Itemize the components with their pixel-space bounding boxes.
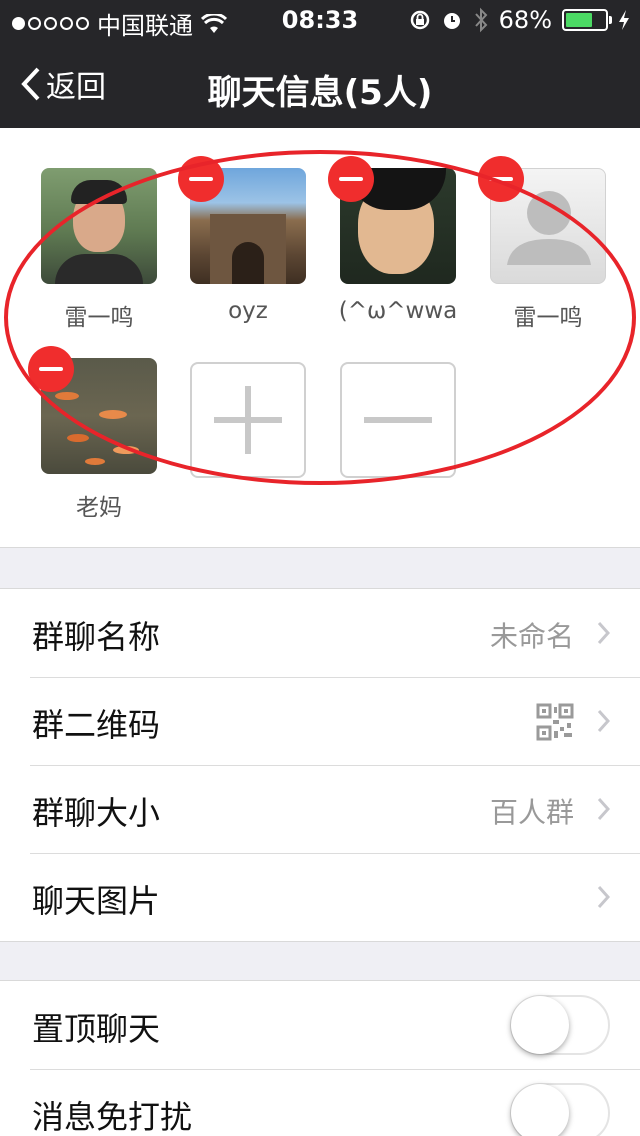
add-member-button[interactable] (190, 362, 306, 478)
chevron-right-icon (597, 797, 610, 821)
member-name: 雷一鸣 (513, 305, 583, 331)
member-name: oyz (228, 298, 268, 324)
pin-chat-toggle[interactable] (510, 995, 610, 1055)
bluetooth-icon (474, 7, 488, 33)
toggle-knob (511, 996, 569, 1054)
member-grid: 雷一鸣 oyz (^ω^wwa 雷一鸣 老妈 (0, 128, 640, 548)
minus-icon (364, 417, 432, 423)
rotation-lock-icon (410, 10, 429, 30)
avatar-fish (55, 392, 79, 400)
row-label: 群聊名称 (32, 618, 161, 656)
delete-member-badge[interactable] (478, 156, 524, 202)
charging-icon (619, 10, 629, 30)
delete-member-badge[interactable] (328, 156, 374, 202)
member-name: (^ω^wwa (338, 298, 458, 324)
mute-row: 消息免打扰 (0, 1069, 640, 1136)
top-bar: 中国联通 08:33 68% 返回 聊天信息(5人) (0, 0, 640, 128)
row-value: 百人群 (489, 796, 574, 829)
qr-code-row[interactable]: 群二维码 (0, 677, 640, 765)
remove-member-button[interactable] (340, 362, 456, 478)
alarm-icon (443, 13, 460, 29)
qr-code-icon (536, 703, 574, 741)
member-name: 老妈 (76, 495, 122, 521)
avatar[interactable] (41, 168, 157, 284)
delete-member-badge[interactable] (28, 346, 74, 392)
plus-icon (214, 386, 282, 454)
chevron-right-icon (597, 709, 610, 733)
chevron-right-icon (597, 621, 610, 645)
battery-percent: 68% (498, 6, 552, 34)
navigation-bar: 返回 聊天信息(5人) (0, 40, 640, 128)
row-label: 聊天图片 (32, 882, 161, 920)
row-value: 未命名 (489, 620, 574, 653)
member-name: 雷一鸣 (64, 305, 134, 331)
status-right: 68% (409, 6, 630, 34)
toggle-knob (511, 1084, 569, 1136)
pin-chat-row: 置顶聊天 (0, 981, 640, 1069)
member-tile[interactable]: 雷一鸣 (24, 168, 174, 332)
row-label: 群聊大小 (32, 794, 161, 832)
battery-fill (566, 13, 592, 27)
avatar-doorway (232, 242, 264, 284)
row-label: 置顶聊天 (32, 1010, 161, 1048)
group-name-row[interactable]: 群聊名称 未命名 (0, 589, 640, 677)
row-label: 消息免打扰 (32, 1098, 193, 1136)
avatar-fish (85, 458, 105, 465)
mute-toggle[interactable] (510, 1083, 610, 1136)
avatar-fish (67, 434, 89, 442)
avatar-fish (99, 410, 127, 419)
battery-icon (562, 9, 612, 31)
status-bar: 中国联通 08:33 68% (0, 0, 640, 40)
group-size-row[interactable]: 群聊大小 百人群 (0, 765, 640, 853)
chat-images-row[interactable]: 聊天图片 (0, 853, 640, 941)
page-title: 聊天信息(5人) (207, 73, 433, 113)
settings-group-info: 群聊名称 未命名 群二维码 群聊大小 百人群 聊天图片 (0, 588, 640, 942)
avatar-shirt (55, 254, 143, 284)
avatar-fish (113, 446, 139, 454)
row-label: 群二维码 (32, 706, 161, 744)
delete-member-badge[interactable] (178, 156, 224, 202)
chevron-right-icon (597, 885, 610, 909)
avatar-hair (71, 180, 127, 204)
settings-group-toggles: 置顶聊天 消息免打扰 (0, 980, 640, 1136)
